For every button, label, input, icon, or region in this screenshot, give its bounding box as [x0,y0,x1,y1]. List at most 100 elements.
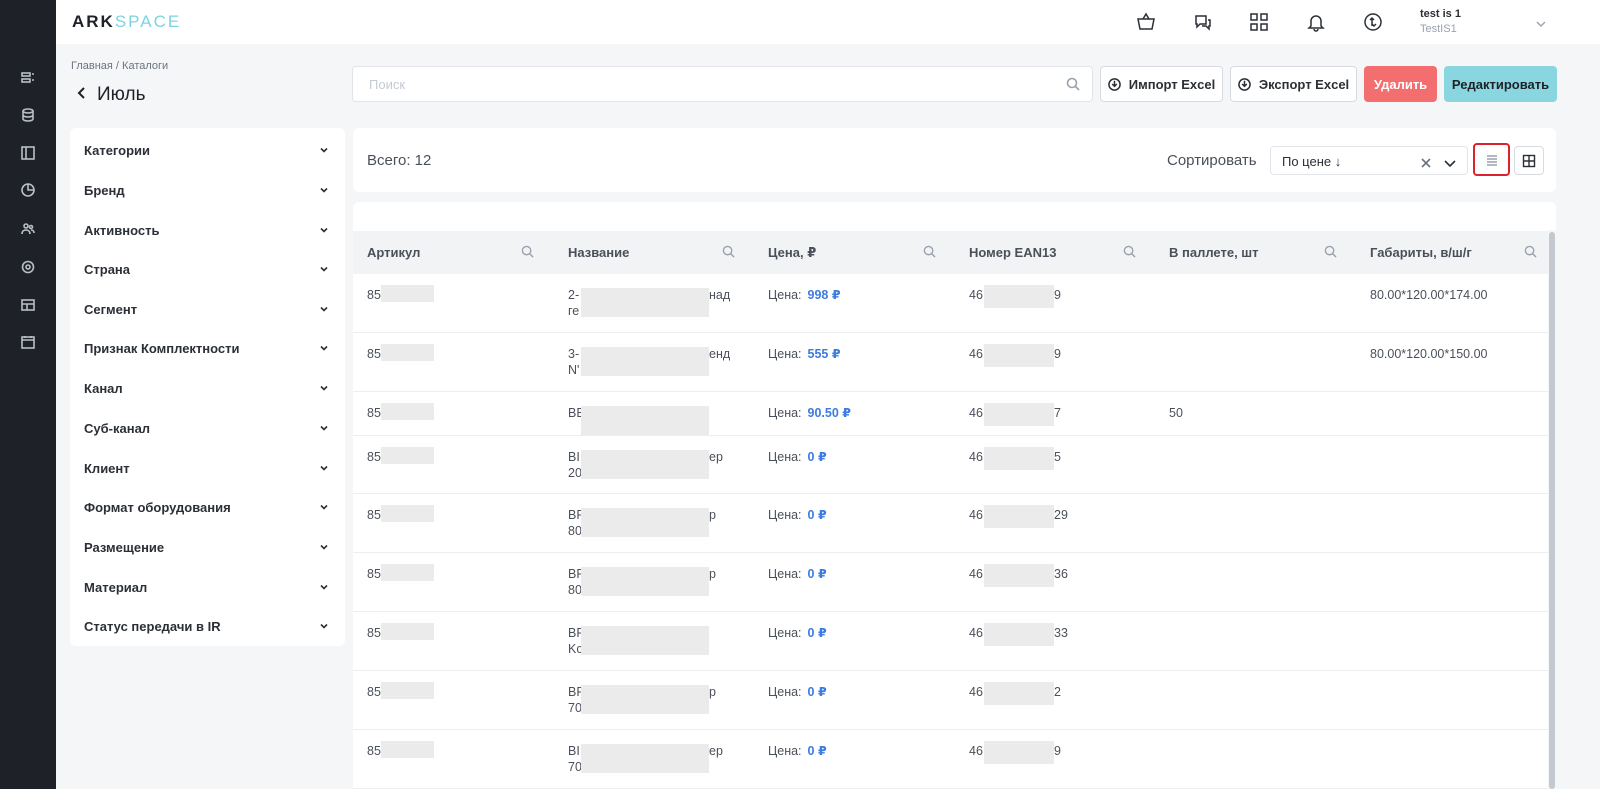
redaction-block [381,285,434,302]
catalog-table: Артикул Название Цена, ₽ Номер EAN13 В палле… [353,202,1556,789]
table-row[interactable]: 85 3- енд N' Цена: 555 ₽ 46 9 80.00*120.00*150.0… [353,333,1548,392]
filter-item[interactable]: Активность [84,220,329,240]
table-row[interactable]: 85 BF р 70 Цена: 0 ₽46 2 [353,671,1548,730]
redaction-block [984,505,1054,528]
table-row[interactable]: 85 BI ер 20 Цена: 0 ₽ 46 5 [353,436,1548,494]
catalog-icon[interactable] [19,69,37,87]
table-row[interactable]: 85 2- над ге Цена: 998 ₽ 46 9 80.00*120.00*174.0… [353,274,1548,333]
chevron-down-icon[interactable] [1536,16,1546,34]
filter-item[interactable]: Суб-канал [84,418,329,438]
chevron-down-icon[interactable] [319,421,329,436]
apps-grid-icon[interactable] [1248,11,1270,33]
price-value[interactable]: 90.50 ₽ [808,406,851,420]
basket-icon[interactable] [1135,11,1157,33]
filter-item[interactable]: Материал [84,577,329,597]
filter-item[interactable]: Канал [84,378,329,398]
settings-icon[interactable] [19,258,37,276]
chevron-down-icon[interactable] [319,143,329,158]
price-value[interactable]: 0 ₽ [808,744,827,758]
filter-item[interactable]: Размещение [84,537,329,557]
search-icon[interactable] [1324,245,1337,263]
chevron-down-icon[interactable] [1444,156,1456,174]
column-header[interactable]: В паллете, шт [1169,245,1259,260]
chevron-down-icon[interactable] [319,381,329,396]
search-icon[interactable] [1066,77,1080,96]
search-icon[interactable] [923,245,936,263]
calendar-icon[interactable] [19,333,37,351]
redaction-block [381,682,434,699]
bell-icon[interactable] [1305,11,1327,33]
price-value[interactable]: 0 ₽ [808,567,827,581]
column-header[interactable]: Название [568,245,629,260]
clear-icon[interactable] [1421,155,1431,173]
search-icon[interactable] [1524,245,1537,263]
price-value[interactable]: 0 ₽ [808,450,827,464]
ean-cell: 46 [969,626,983,640]
back-arrow-icon[interactable] [75,86,89,105]
table-row[interactable]: 85 BF р 80 Цена: 0 ₽46 36 [353,553,1548,612]
table-row[interactable]: 85 BF Kc Цена: 0 ₽46 33 [353,612,1548,671]
price-value[interactable]: 0 ₽ [808,508,827,522]
price-value[interactable]: 555 ₽ [808,347,841,361]
sync-icon[interactable] [1362,11,1384,33]
chevron-down-icon[interactable] [319,500,329,515]
table-row[interactable]: 85 BI ер 70 Цена: 0 ₽ 46 9 [353,730,1548,789]
chevron-down-icon[interactable] [319,262,329,277]
column-header[interactable]: Артикул [367,245,420,260]
grid-view-button[interactable] [1514,146,1544,175]
export-excel-button[interactable]: Экспорт Excel [1230,66,1357,102]
brand-logo[interactable]: ARKSPACE [72,12,181,32]
name-cell-tail: над [709,288,731,302]
chevron-down-icon[interactable] [319,341,329,356]
chevron-down-icon[interactable] [319,302,329,317]
name-cell-line2: 70 [568,760,582,774]
search-input[interactable] [369,75,1049,93]
chevron-down-icon[interactable] [319,183,329,198]
ean-cell-tail: 9 [1054,288,1061,302]
chevron-down-icon[interactable] [319,540,329,555]
filter-label: Клиент [84,460,130,476]
filter-item[interactable]: Страна [84,259,329,279]
search-icon[interactable] [722,245,735,263]
search-icon[interactable] [1123,245,1136,263]
import-excel-button[interactable]: Импорт Excel [1100,66,1223,102]
filter-item[interactable]: Сегмент [84,299,329,319]
breadcrumb[interactable]: Главная / Каталоги [71,60,168,72]
name-cell-tail: ер [709,744,723,758]
filter-item[interactable]: Категории [84,140,329,160]
table-icon[interactable] [19,296,37,314]
price-value[interactable]: 998 ₽ [808,288,841,302]
chart-pie-icon[interactable] [19,181,37,199]
edit-button[interactable]: Редактировать [1444,66,1557,102]
filter-item[interactable]: Статус передачи в IR [84,616,329,636]
filter-item[interactable]: Формат оборудования [84,497,329,517]
table-row[interactable]: 85 BF р 80 Цена: 0 ₽46 29 [353,494,1548,553]
layout-icon[interactable] [19,144,37,162]
table-row[interactable]: 85 BE Цена: 90.50 ₽46 7 50 [353,392,1548,436]
price-value[interactable]: 0 ₽ [808,685,827,699]
chevron-down-icon[interactable] [319,580,329,595]
scrollbar-thumb[interactable] [1549,232,1555,789]
users-icon[interactable] [19,220,37,238]
chevron-down-icon[interactable] [319,223,329,238]
price-value[interactable]: 0 ₽ [808,626,827,640]
user-menu[interactable]: test is 1 TestIS1 [1420,8,1461,35]
name-cell: 2- [568,288,580,302]
search-icon[interactable] [521,245,534,263]
column-header[interactable]: Цена, ₽ [768,245,816,261]
delete-button[interactable]: Удалить [1364,66,1437,102]
list-view-button[interactable] [1473,143,1510,176]
sort-select[interactable]: По цене ↓ [1270,146,1468,175]
search-box[interactable] [352,66,1093,102]
column-header[interactable]: Габариты, в/ш/г [1370,245,1472,260]
chevron-down-icon[interactable] [319,461,329,476]
chevron-down-icon[interactable] [319,619,329,634]
database-icon[interactable] [19,106,37,124]
filter-item[interactable]: Клиент [84,458,329,478]
column-header[interactable]: Номер EAN13 [969,245,1056,260]
chat-question-icon[interactable] [1192,11,1214,33]
filter-label: Статус передачи в IR [84,618,221,634]
sku-cell: 85 [367,567,381,581]
filter-item[interactable]: Признак Комплектности [84,338,329,358]
filter-item[interactable]: Бренд [84,180,329,200]
